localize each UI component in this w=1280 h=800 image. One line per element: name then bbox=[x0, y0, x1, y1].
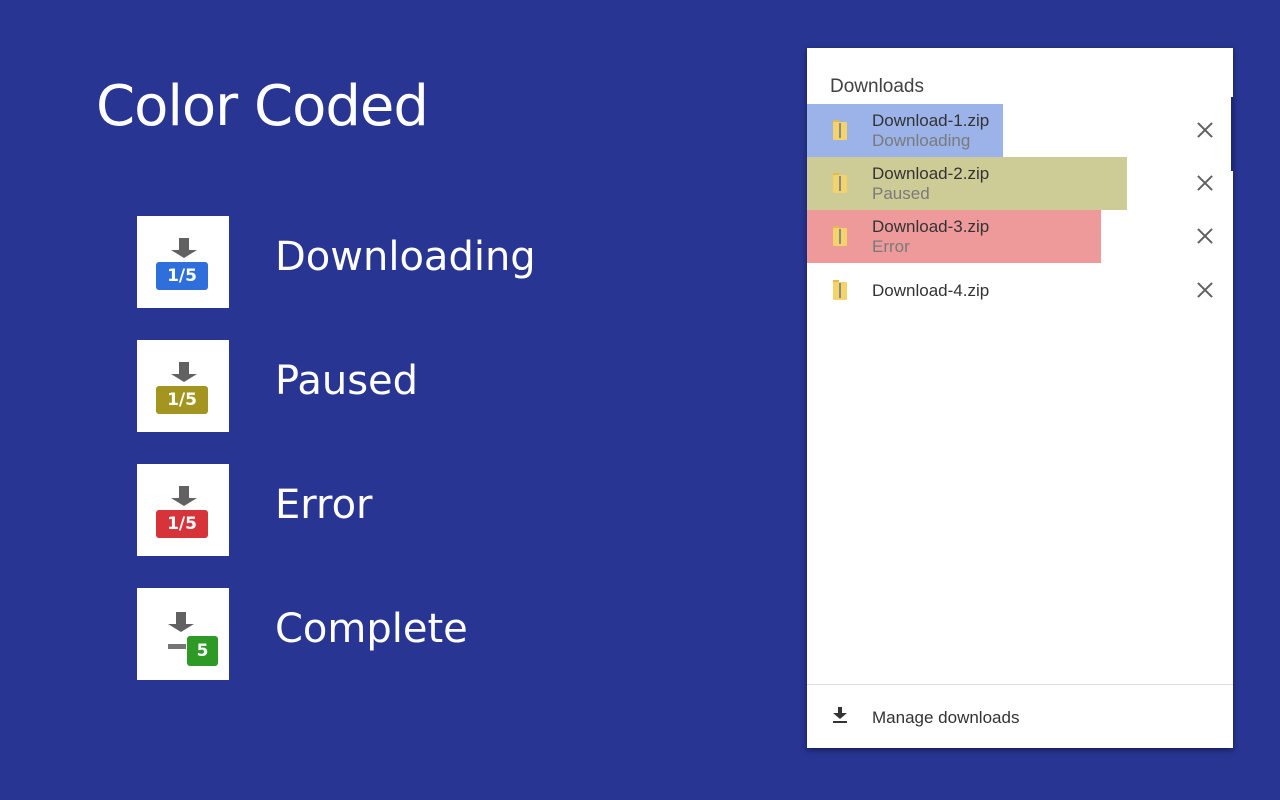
legend-label: Downloading bbox=[275, 234, 536, 280]
progress-badge: 1/5 bbox=[156, 262, 208, 290]
zip-file-icon bbox=[833, 173, 847, 193]
count-badge: 5 bbox=[187, 636, 218, 666]
legend-label: Error bbox=[275, 482, 373, 528]
file-status: Paused bbox=[872, 184, 930, 203]
zip-file-icon bbox=[833, 120, 847, 140]
error-status-icon: 1/5 bbox=[137, 464, 229, 556]
progress-badge: 1/5 bbox=[156, 386, 208, 414]
downloading-status-icon: 1/5 bbox=[137, 216, 229, 308]
file-status: Downloading bbox=[872, 131, 971, 150]
file-name: Download-2.zip bbox=[872, 164, 990, 183]
progress-badge: 1/5 bbox=[156, 510, 208, 538]
download-item[interactable]: Download-3.zip Error bbox=[807, 210, 1233, 263]
zip-file-icon bbox=[833, 280, 847, 300]
panel-title: Downloads bbox=[830, 76, 924, 97]
close-icon[interactable] bbox=[1193, 118, 1217, 142]
download-item[interactable]: Download-4.zip bbox=[807, 264, 1233, 317]
download-icon bbox=[833, 707, 847, 723]
close-icon[interactable] bbox=[1193, 278, 1217, 302]
close-icon[interactable] bbox=[1193, 171, 1217, 195]
paused-status-icon: 1/5 bbox=[137, 340, 229, 432]
close-icon[interactable] bbox=[1193, 224, 1217, 248]
manage-downloads-label: Manage downloads bbox=[872, 708, 1020, 727]
legend-label: Complete bbox=[275, 606, 468, 652]
download-item[interactable]: Download-1.zip Downloading bbox=[807, 104, 1233, 157]
file-status: Error bbox=[872, 237, 910, 256]
slide-title: Color Coded bbox=[96, 74, 429, 139]
file-name: Download-4.zip bbox=[872, 281, 990, 300]
manage-downloads-button[interactable]: Manage downloads bbox=[807, 685, 1233, 748]
legend-label: Paused bbox=[275, 358, 419, 404]
download-item[interactable]: Download-2.zip Paused bbox=[807, 157, 1233, 210]
file-name: Download-1.zip bbox=[872, 111, 990, 130]
file-name: Download-3.zip bbox=[872, 217, 990, 236]
zip-file-icon bbox=[833, 226, 847, 246]
complete-status-icon: 5 bbox=[137, 588, 229, 680]
downloads-panel: Downloads Download-1.zip Downloading Dow… bbox=[807, 48, 1234, 748]
